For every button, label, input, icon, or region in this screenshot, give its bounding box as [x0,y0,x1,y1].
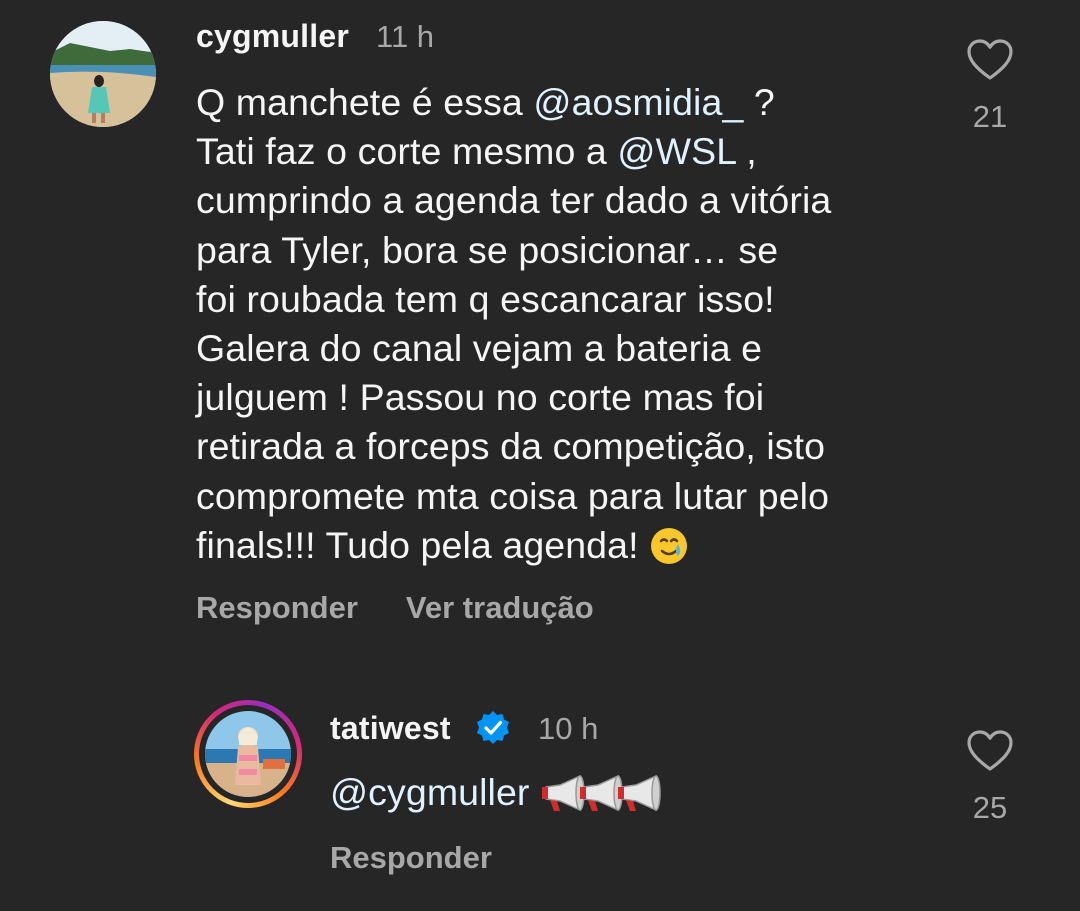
mention-link[interactable]: @cygmuller [330,771,530,813]
comments-screen: cygmuller 11 h Q manchete é essa @aosmid… [0,0,1080,911]
heart-icon [966,39,1014,86]
like-button[interactable]: 25 [960,729,1020,826]
reply-button[interactable]: Responder [330,840,492,875]
comment-text: Q manchete é essa @aosmidia_ ? Tati faz … [196,78,831,578]
reply-text: @cygmuller [330,768,664,825]
like-button[interactable]: 21 [960,38,1020,135]
comment-username[interactable]: cygmuller [196,18,349,55]
comment-timestamp: 11 h [376,19,435,54]
avatar-story-ring[interactable] [194,700,302,808]
see-translation-button[interactable]: Ver tradução [406,590,594,625]
verified-badge-icon [474,709,512,752]
reply-button[interactable]: Responder [196,590,358,625]
reply-username[interactable]: tatiwest [330,710,451,747]
reply-timestamp: 10 h [538,711,599,746]
like-count: 21 [972,99,1008,134]
smiling-face-with-tear-icon [649,526,689,578]
megaphone-icon [616,773,664,825]
mention-link[interactable]: @WSL [617,130,735,172]
like-count: 25 [972,790,1008,825]
comment-actions: Responder Ver tradução [196,590,642,626]
mention-link[interactable]: @aosmidia_ [533,81,743,123]
heart-icon [966,730,1014,777]
reply-actions: Responder [330,840,540,876]
avatar[interactable] [50,21,156,127]
